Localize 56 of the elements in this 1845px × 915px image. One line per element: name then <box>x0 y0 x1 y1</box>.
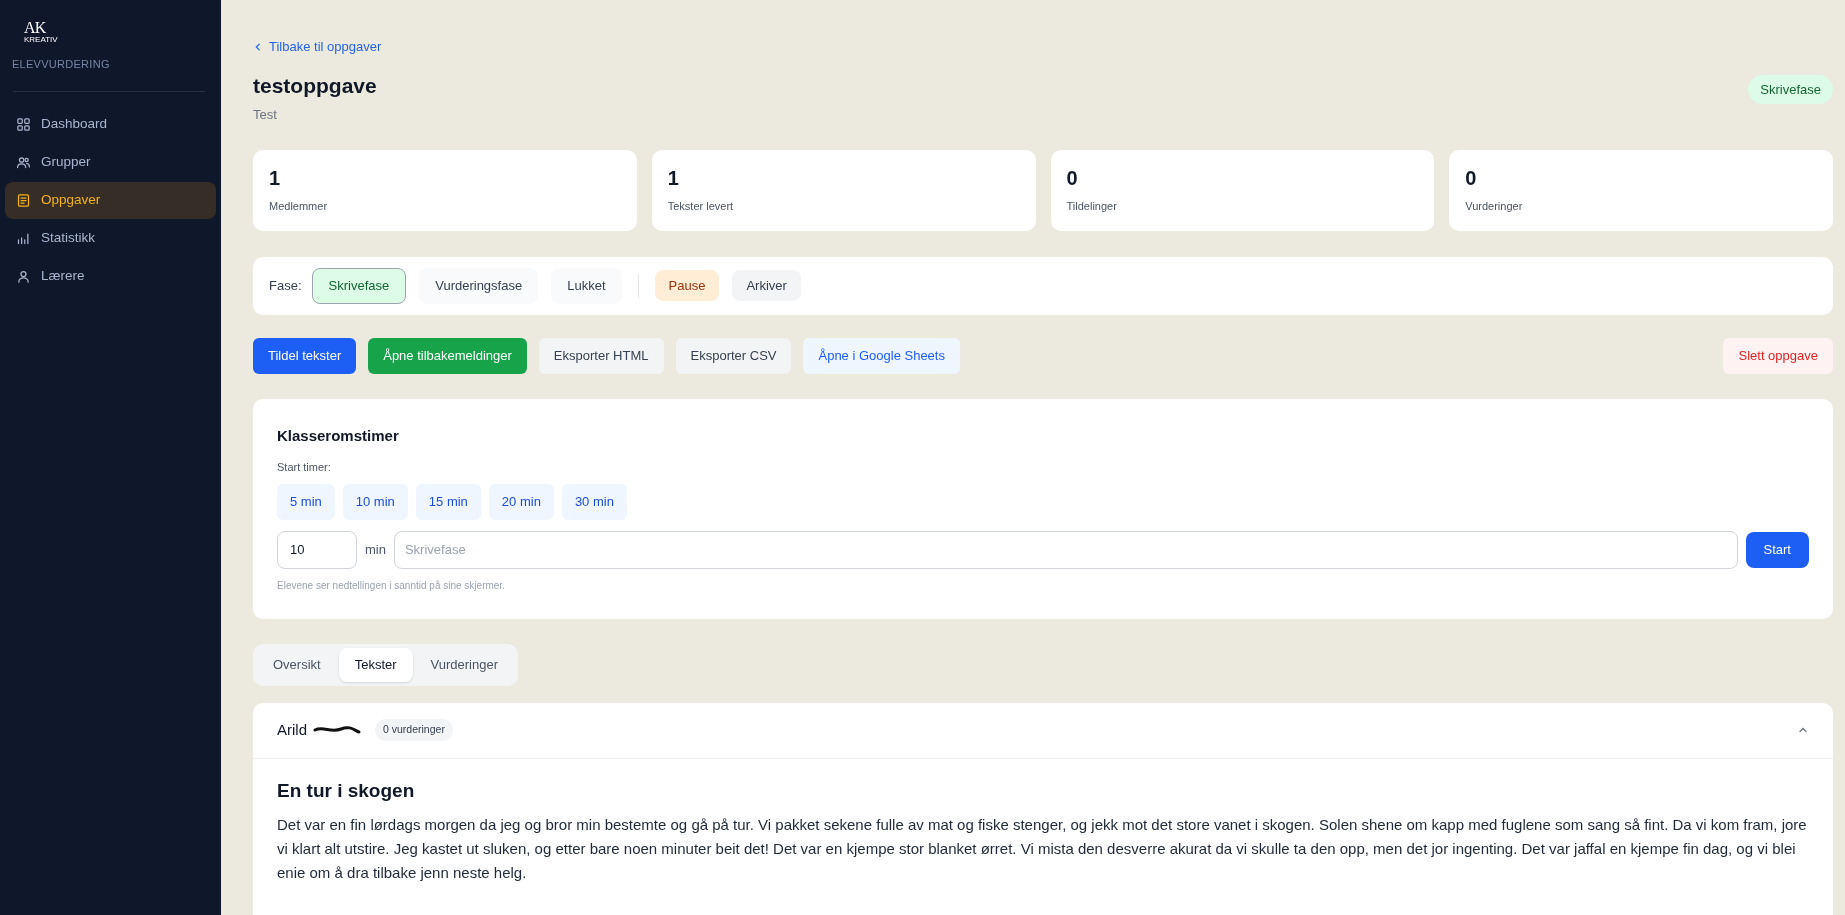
stat-label: Vurderinger <box>1465 199 1524 215</box>
stat-value: 1 <box>269 168 282 189</box>
action-button[interactable]: Åpne i Google Sheets <box>803 337 960 374</box>
tab[interactable]: Oversikt <box>257 647 337 682</box>
action-button[interactable]: Eksporter CSV <box>675 337 792 374</box>
sidebar-item[interactable]: Statistikk <box>5 219 216 257</box>
timer-title: Klasseromstimer <box>277 425 400 446</box>
sidebar-item[interactable]: Oppgaver <box>5 181 216 219</box>
phase-label: Fase: <box>269 277 302 296</box>
timer-preset-button[interactable]: 15 min <box>415 483 481 520</box>
sidebar-item[interactable]: Lærere <box>5 257 216 295</box>
sidebar-item[interactable]: Dashboard <box>5 105 216 143</box>
phase-tab[interactable]: Lukket <box>551 267 622 304</box>
start-button[interactable]: Start <box>1745 531 1809 568</box>
phase-tab[interactable]: Skrivefase <box>311 267 407 304</box>
action-button[interactable]: Slett oppgave <box>1723 337 1833 374</box>
timer-preset-button[interactable]: 10 min <box>342 483 408 520</box>
grid-icon <box>16 116 31 132</box>
timer-preset-button[interactable]: 5 min <box>277 483 335 520</box>
phase-name-input[interactable]: Skrivefase <box>393 530 1738 569</box>
back-link[interactable]: Tilbake til oppgaver <box>253 37 382 57</box>
start-timer-label: Start timer: <box>277 460 332 475</box>
review-count-badge: 0 vurderinger <box>375 719 453 741</box>
page-title: testoppgave <box>253 72 377 99</box>
redaction-scribble <box>313 724 361 736</box>
text-title: En tur i skogen <box>277 778 416 803</box>
action-button[interactable]: Eksporter HTML <box>538 337 664 374</box>
sidebar-item[interactable]: Grupper <box>5 143 216 181</box>
student-name: Arild <box>277 719 307 740</box>
timer-preset-button[interactable]: 20 min <box>488 483 554 520</box>
page-subtitle: Test <box>253 105 278 124</box>
pause-button[interactable]: Pause <box>654 270 720 302</box>
stat-label: Medlemmer <box>269 199 329 215</box>
action-button[interactable]: Tildel tekster <box>253 337 357 374</box>
chevron-left-icon <box>253 41 263 52</box>
stat-value: 0 <box>1465 168 1478 189</box>
archive-button[interactable]: Arkiver <box>732 270 801 302</box>
minutes-input[interactable]: 10 <box>277 530 357 569</box>
stat-label: Tildelinger <box>1066 199 1118 215</box>
app-name: ELEVVURDERING <box>12 57 111 72</box>
stat-value: 0 <box>1066 168 1079 189</box>
user-icon <box>16 268 31 284</box>
text-body: Det var en fin lørdags morgen da jeg og bror min bestemte og gå på tur. Vi pakket sekene fulle av mat og fiske stenger, og jekk mot det store vanet i skogen. Solen shene om kapp med fuglene som sang så fint. Da vi kom fram, jore vi klart alt utstire. Jeg kastet ut sluken, og etter bare noen minuter beit det! Det var en kjempe stor blanket ørret. Vi mista den desverre akurat da vi skulle ta den opp, men det jor ingenting. Det var jaffal en kjempe fin dag, og vi blei enie om å dra tilbake jenn neste helg. <box>277 815 1808 883</box>
status-badge: Skrivefase <box>1748 74 1833 104</box>
tab[interactable]: Tekster <box>338 647 413 682</box>
users-icon <box>16 154 31 170</box>
document-icon <box>16 192 31 208</box>
logo-subtitle: KREATIV <box>24 36 58 44</box>
timer-hint: Elevene ser nedtellingen i sanntid på sine skjermer. <box>277 578 506 593</box>
unit-label: min <box>365 540 386 559</box>
phase-tab[interactable]: Vurderingsfase <box>419 267 539 304</box>
timer-preset-button[interactable]: 30 min <box>561 483 627 520</box>
stat-label: Tekster levert <box>667 199 735 215</box>
stat-value: 1 <box>667 168 680 189</box>
logo-mark: AK <box>24 20 46 36</box>
tab[interactable]: Vurderinger <box>414 647 515 682</box>
